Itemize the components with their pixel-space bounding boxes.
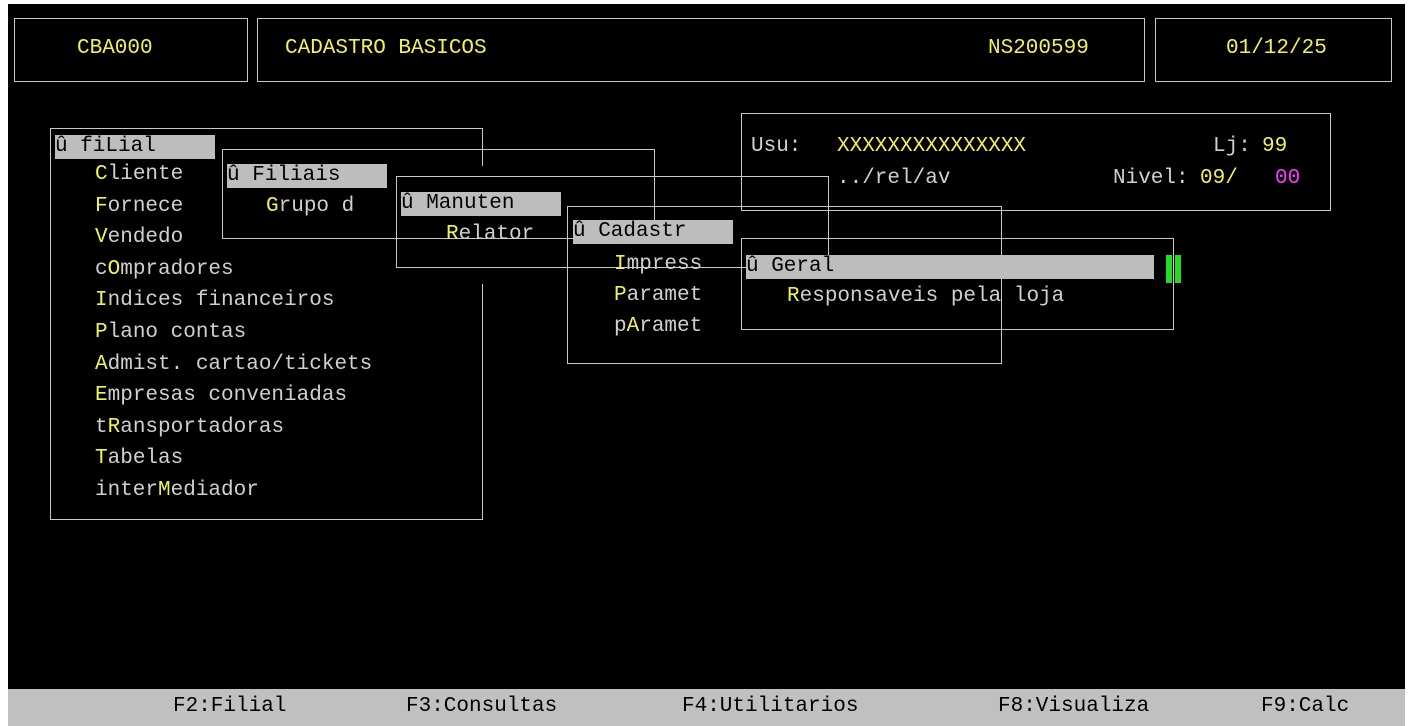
filial-menu-item[interactable]: Fornece xyxy=(95,194,183,220)
menu-item-text: ansportadoras xyxy=(120,416,285,439)
menu-item-hotkey: I xyxy=(614,253,627,276)
user-label: Usu: xyxy=(751,135,802,158)
program-code-box: CBA000 xyxy=(14,18,248,82)
menu-item-text: p xyxy=(614,315,627,338)
menu-item-hotkey: R xyxy=(107,416,121,439)
serial-number: NS200599 xyxy=(988,37,1089,60)
level-label: Nivel: xyxy=(1113,167,1189,190)
menu-item-text: t xyxy=(95,416,108,439)
menu-item-hotkey: A xyxy=(626,315,640,338)
menu-item-hotkey: O xyxy=(107,258,121,281)
menu-item-hotkey: P xyxy=(614,284,627,307)
function-key-bar: F2:Filial F3:Consultas F4:Utilitarios F8… xyxy=(8,689,1405,726)
filial-menu-item[interactable]: cOmpradores xyxy=(95,257,234,283)
user-info-box: Usu: XXXXXXXXXXXXXXX Lj: 99 ../rel/av Ni… xyxy=(741,113,1331,211)
menu-item-hotkey: C xyxy=(95,163,108,186)
filiais-menu-item[interactable]: Grupo d xyxy=(266,194,354,220)
geral-menu-item[interactable]: Responsaveis pela loja xyxy=(787,284,1064,310)
menu-item-text: lano contas xyxy=(107,321,247,344)
menu-item-text: liente xyxy=(107,163,184,186)
menu-item-hotkey: R xyxy=(446,223,459,246)
filial-menu-item[interactable]: interMediador xyxy=(95,478,259,504)
menu-item-hotkey: F xyxy=(95,195,108,218)
geral-menu-title[interactable]: û Geral xyxy=(746,255,1154,279)
level-value: 09/ xyxy=(1200,167,1238,190)
level-sub-value: 00 xyxy=(1275,167,1301,190)
menu-item-text: elator xyxy=(458,223,535,246)
menu-item-hotkey: T xyxy=(95,447,108,470)
menu-item-text: aramet xyxy=(626,284,703,307)
filial-menu-item[interactable]: Admist. cartao/tickets xyxy=(95,352,372,378)
menu-item-text: dmist. cartao/tickets xyxy=(107,353,373,376)
menu-item-hotkey: R xyxy=(787,285,800,308)
menu-item-text: inter xyxy=(95,479,159,502)
menu-item-hotkey: I xyxy=(95,289,108,312)
filial-menu-item[interactable]: Plano contas xyxy=(95,320,246,346)
menu-item-hotkey: E xyxy=(95,384,108,407)
store-label: Lj: xyxy=(1213,135,1251,158)
menu-item-text: mpradores xyxy=(120,258,234,281)
menu-item-text: endedo xyxy=(107,226,184,249)
menu-item-text: c xyxy=(95,258,108,281)
menu-item-hotkey: M xyxy=(158,479,171,502)
current-date: 01/12/25 xyxy=(1226,37,1327,60)
filial-menu-item[interactable]: Empresas conveniadas xyxy=(95,383,347,409)
filial-menu-item[interactable]: tRansportadoras xyxy=(95,415,284,441)
filial-menu-item[interactable]: Cliente xyxy=(95,162,183,188)
filial-menu-item[interactable]: Indices financeiros xyxy=(95,288,334,314)
filial-menu-item[interactable]: Vendedo xyxy=(95,225,183,251)
menu-item-text: ndices financeiros xyxy=(107,289,335,312)
f2-filial-key[interactable]: F2:Filial xyxy=(173,694,286,720)
cadastro-menu-item[interactable]: Impress xyxy=(614,252,702,278)
text-cursor xyxy=(1166,255,1172,283)
f4-utilitarios-key[interactable]: F4:Utilitarios xyxy=(682,694,858,720)
user-value: XXXXXXXXXXXXXXX xyxy=(837,135,1027,158)
terminal-screen: CBA000 CADASTRO BASICOS NS200599 01/12/2… xyxy=(8,4,1405,726)
manutencao-menu-title[interactable]: û Manuten xyxy=(401,192,561,216)
menu-item-hotkey: G xyxy=(266,195,279,218)
menu-item-text: mpress xyxy=(626,253,703,276)
menu-item-text: ramet xyxy=(639,315,703,338)
filial-menu-title[interactable]: û fiLial xyxy=(55,135,215,159)
menu-item-text: mpresas conveniadas xyxy=(107,384,348,407)
manutencao-menu-item[interactable]: Relator xyxy=(446,222,534,248)
menu-item-text: ediador xyxy=(170,479,259,502)
program-code: CBA000 xyxy=(77,37,153,60)
menu-item-hotkey: A xyxy=(95,353,108,376)
f8-visualiza-key[interactable]: F8:Visualiza xyxy=(998,694,1149,720)
cadastro-menu-item[interactable]: Paramet xyxy=(614,283,702,309)
menu-item-text: esponsaveis pela loja xyxy=(799,285,1065,308)
title-box: CADASTRO BASICOS NS200599 xyxy=(257,18,1145,82)
menu-item-text: rupo d xyxy=(278,195,355,218)
screen-title: CADASTRO BASICOS xyxy=(285,37,487,60)
f3-consultas-key[interactable]: F3:Consultas xyxy=(406,694,557,720)
filiais-menu-title[interactable]: û Filiais xyxy=(227,164,387,188)
menu-item-hotkey: V xyxy=(95,226,108,249)
text-cursor-2 xyxy=(1175,255,1181,283)
store-value: 99 xyxy=(1262,135,1288,158)
cadastro-menu-item[interactable]: pAramet xyxy=(614,314,702,340)
menu-item-text: ornece xyxy=(107,195,184,218)
menu-item-hotkey: P xyxy=(95,321,108,344)
path: ../rel/av xyxy=(837,167,951,190)
cadastro-menu-title[interactable]: û Cadastr xyxy=(573,220,733,244)
menu-item-text: abelas xyxy=(107,447,184,470)
f9-calc-key[interactable]: F9:Calc xyxy=(1261,694,1349,720)
date-box: 01/12/25 xyxy=(1155,18,1392,82)
filial-menu-item[interactable]: Tabelas xyxy=(95,446,183,472)
